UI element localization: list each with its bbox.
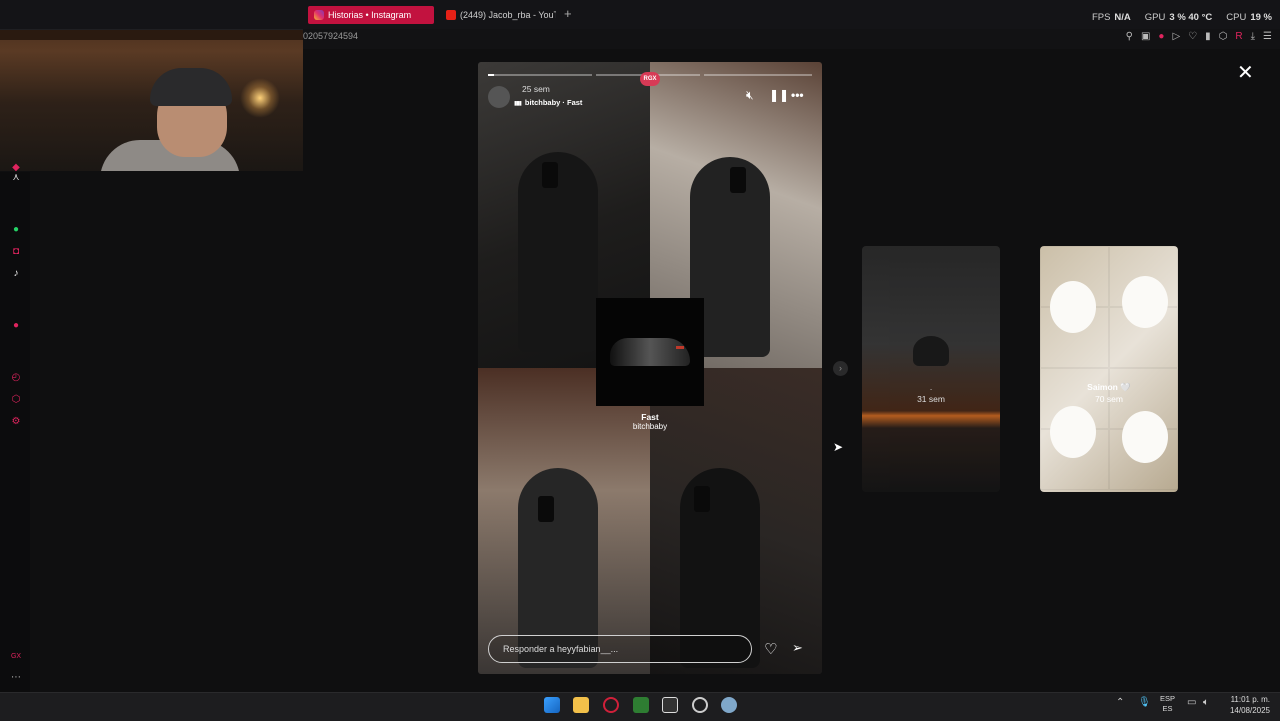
gpu-label: GPU: [1144, 12, 1166, 23]
opera-gx-icon[interactable]: [603, 697, 619, 713]
more-options-icon[interactable]: •••: [791, 88, 804, 102]
fps-value: N/A: [1114, 12, 1131, 23]
song-text: bitchbaby · Fast: [524, 98, 583, 107]
download-icon[interactable]: ⤓: [1251, 31, 1255, 42]
fps-label: FPS: [1091, 12, 1111, 23]
volume-icon[interactable]: 🔈︎: [1203, 697, 1209, 708]
rgx-badge: RGX: [640, 72, 660, 86]
windows-start-icon[interactable]: [544, 697, 560, 713]
language-indicator[interactable]: ESP ES: [1160, 694, 1175, 714]
clock[interactable]: 11:01 p. m. 14/08/2025: [1230, 694, 1270, 716]
play-icon[interactable]: ▷: [1172, 31, 1180, 42]
youtube-icon: [446, 10, 456, 20]
music-sticker[interactable]: Fast bitchbaby: [618, 412, 682, 431]
settings-icon[interactable]: ⚙: [10, 416, 22, 428]
gx-corner-icon[interactable]: GX: [10, 651, 22, 663]
close-icon[interactable]: ✕: [1237, 63, 1254, 83]
next-story-arrow[interactable]: ›: [833, 361, 848, 376]
microphone-icon[interactable]: 🎙︎: [1138, 697, 1151, 708]
story-preview[interactable]: . 31 sem: [862, 246, 1000, 492]
shield-icon[interactable]: ●: [1158, 31, 1164, 42]
preview-time: 70 sem: [1095, 394, 1123, 404]
preview-dot: .: [929, 382, 933, 392]
instagram-icon: [314, 10, 324, 20]
music-bars-icon: ▮▮▮: [514, 101, 522, 107]
aria-icon[interactable]: ⋏: [10, 172, 22, 184]
story-preview[interactable]: Saimon 🤍 70 sem: [1040, 246, 1178, 492]
mute-icon[interactable]: 🔇︎: [746, 88, 754, 103]
story-viewer[interactable]: 25 sem ▮▮▮ bitchbaby · Fast RGX 🔇︎ ❚❚ •••…: [478, 62, 822, 674]
send-icon[interactable]: ➢: [792, 640, 803, 656]
r-extension-icon[interactable]: R: [1235, 31, 1242, 42]
clock-time: 11:01 p. m.: [1230, 695, 1270, 704]
nvidia-icon[interactable]: [633, 697, 649, 713]
menu-icon[interactable]: ☰: [1263, 31, 1272, 42]
settings-gear-icon[interactable]: [721, 697, 737, 713]
tiktok-icon[interactable]: ♪: [10, 268, 22, 280]
snapshot-icon[interactable]: ▣: [1141, 31, 1150, 42]
tab-instagram-stories[interactable]: Historias • Instagram: [308, 6, 434, 24]
car-photo: [596, 298, 704, 406]
lang-top: ESP: [1160, 694, 1176, 703]
app-icon[interactable]: [662, 697, 678, 713]
more-icon[interactable]: ⋯: [10, 672, 22, 684]
performance-hud: FPS N/A GPU 3 % 40 °C CPU 19 %: [1092, 12, 1272, 23]
gpu-value: 3 % 40 °C: [1169, 12, 1213, 23]
story-song[interactable]: ▮▮▮ bitchbaby · Fast: [514, 98, 582, 107]
whatsapp-icon[interactable]: ●: [10, 224, 22, 236]
lang-bottom: ES: [1162, 704, 1173, 713]
preview-time: 31 sem: [917, 394, 945, 404]
pause-icon[interactable]: ❚❚: [769, 88, 789, 102]
pin-icon[interactable]: ⚲: [1126, 31, 1133, 42]
instagram-icon[interactable]: ◘: [10, 246, 22, 258]
clock-date: 14/08/2025: [1229, 706, 1270, 715]
story-timestamp: 25 sem: [522, 84, 550, 94]
mouse-cursor-icon: ➤: [833, 440, 844, 454]
story-progress-fill: [488, 74, 494, 76]
history-icon[interactable]: ◴: [10, 372, 22, 384]
heart-icon[interactable]: ♡: [1188, 31, 1197, 42]
extension-icon[interactable]: ▮: [1205, 31, 1211, 42]
network-icon[interactable]: ▭: [1187, 697, 1196, 708]
file-explorer-icon[interactable]: [573, 697, 589, 713]
browser-toolbar: ⚲ ▣ ● ▷ ♡ ▮ ⬡ R ⤓ ☰: [1126, 31, 1272, 42]
puzzle-icon[interactable]: ⬡: [1219, 31, 1228, 42]
url-text: 02057924594: [303, 31, 359, 41]
like-heart-icon[interactable]: ♡: [764, 640, 777, 658]
tab-title: Historias • Instagram: [328, 10, 412, 20]
sticker-artist: bitchbaby: [632, 422, 668, 431]
obs-icon[interactable]: [692, 697, 708, 713]
browser-tab-bar: [0, 0, 1280, 30]
story-progress-bar: [488, 74, 592, 76]
story-progress-bar: [704, 74, 812, 76]
extensions-icon[interactable]: ⬡: [10, 394, 22, 406]
sticker-title: Fast: [641, 412, 659, 422]
new-tab-button[interactable]: +: [564, 6, 572, 21]
record-icon[interactable]: ●: [10, 320, 22, 332]
chevron-up-icon[interactable]: ⌃: [1116, 697, 1124, 708]
reply-input[interactable]: Responder a heyyfabian__...: [488, 635, 752, 663]
cpu-value: 19 %: [1250, 12, 1272, 23]
tab-title: (2449) Jacob_rba - YouTu: [460, 10, 556, 20]
cpu-label: CPU: [1226, 12, 1247, 23]
preview-name: Saimon 🤍: [1087, 382, 1131, 392]
avatar[interactable]: [488, 86, 510, 108]
tab-youtube[interactable]: (2449) Jacob_rba - YouTu: [440, 6, 556, 24]
